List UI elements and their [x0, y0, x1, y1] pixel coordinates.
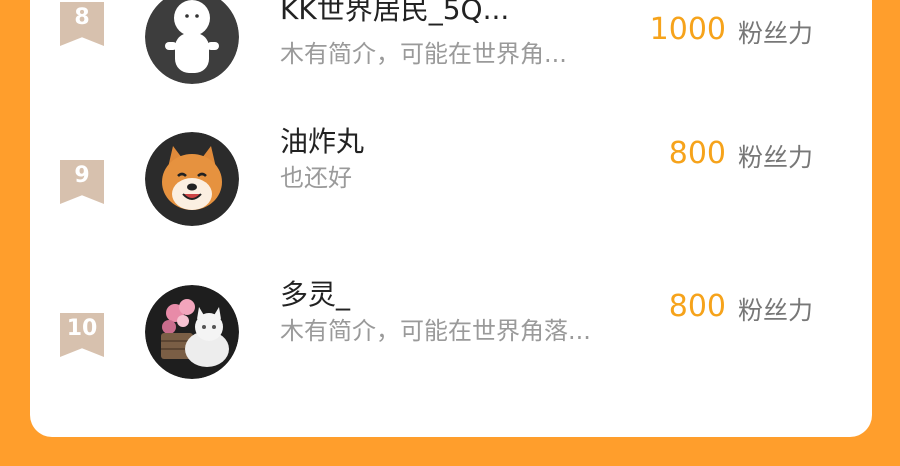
user-bio: 木有简介，可能在世界角...	[280, 40, 567, 68]
rank-badge: 9	[60, 160, 104, 204]
fan-power-score: 800	[668, 136, 726, 171]
user-bio: 木有简介，可能在世界角落...	[280, 317, 591, 345]
fan-power-unit: 粉丝力	[738, 296, 814, 325]
user-name[interactable]: KK世界居民_5Q...	[280, 0, 509, 28]
default-person-avatar-icon[interactable]	[145, 0, 239, 84]
leaderboard-card: 8 KK世界居民_5Q... 木有简介，可能在世界角... 1000 粉丝力 9	[30, 0, 872, 437]
shiba-dog-avatar-icon[interactable]	[145, 132, 239, 226]
leaderboard-row[interactable]: 8 KK世界居民_5Q... 木有简介，可能在世界角... 1000 粉丝力	[30, 0, 872, 90]
user-bio: 也还好	[280, 164, 352, 192]
fan-power-score: 800	[668, 289, 726, 324]
fan-power-score: 1000	[649, 12, 726, 47]
leaderboard-row[interactable]: 9 油炸丸 也还好 800 粉丝力	[30, 125, 872, 232]
user-name[interactable]: 多灵_	[280, 273, 350, 313]
user-name[interactable]: 油炸丸	[280, 120, 364, 160]
leaderboard-row[interactable]: 10 多灵_ 木有简介，可能在世界角落... 800 粉丝力	[30, 278, 872, 385]
cat-with-flowers-avatar-icon[interactable]	[145, 285, 239, 379]
fan-power-unit: 粉丝力	[738, 143, 814, 172]
rank-badge: 10	[60, 313, 104, 357]
rank-badge: 8	[60, 2, 104, 46]
fan-power-unit: 粉丝力	[738, 19, 814, 48]
